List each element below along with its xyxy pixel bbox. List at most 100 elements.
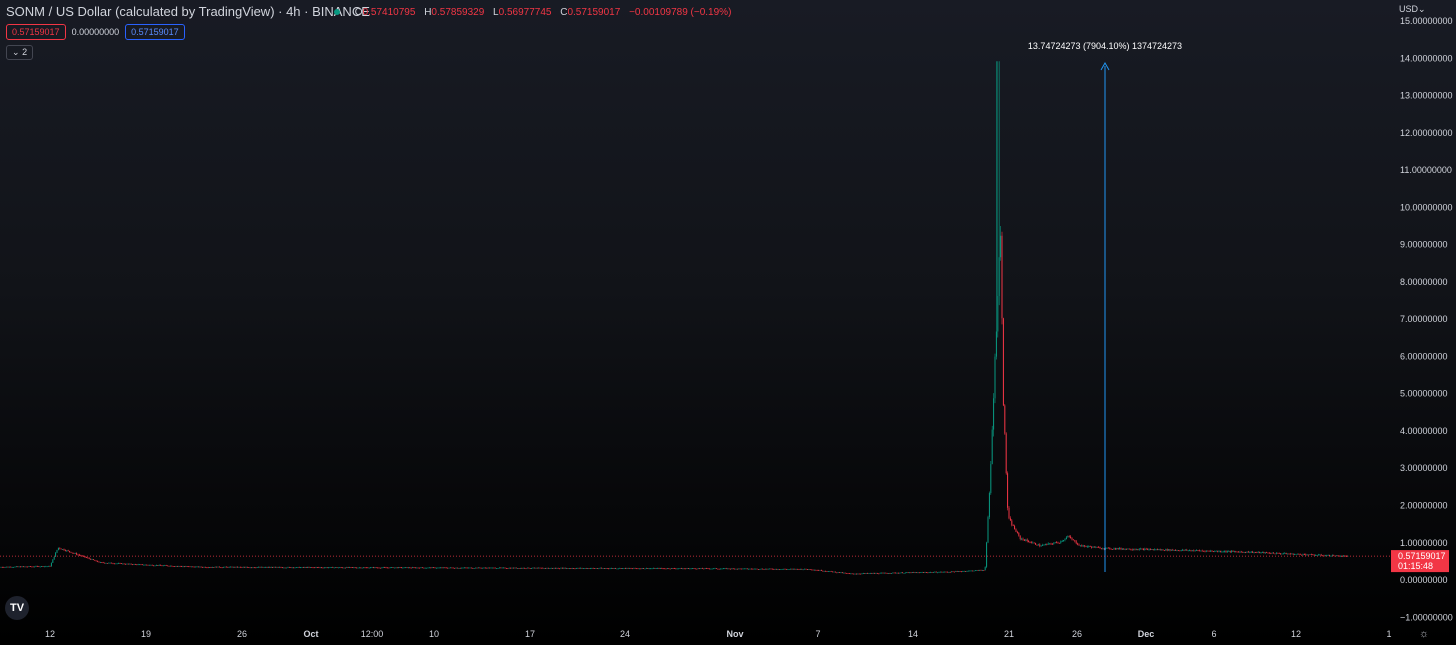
candle-body xyxy=(440,567,442,569)
candle-body xyxy=(510,567,512,569)
candle-body xyxy=(1093,546,1095,548)
candle-body xyxy=(155,565,157,566)
symbol-title[interactable]: SONM / US Dollar (calculated by TradingV… xyxy=(6,4,370,19)
candle-body xyxy=(1015,529,1017,532)
candle-body xyxy=(49,565,51,567)
candle-body xyxy=(652,568,654,569)
candle-body xyxy=(73,552,75,554)
candle-body xyxy=(1095,546,1097,548)
candle-body xyxy=(1289,553,1291,555)
candle-body xyxy=(1109,547,1111,549)
candle-body xyxy=(750,568,752,570)
candle-body xyxy=(1014,525,1016,530)
candle-body xyxy=(778,569,780,571)
candle-body xyxy=(45,566,47,568)
candle-body xyxy=(451,567,453,569)
candle-body xyxy=(307,567,309,568)
candle-body xyxy=(476,567,478,569)
time-tick-label: 21 xyxy=(1004,629,1014,639)
candle-body xyxy=(1012,525,1014,527)
candle-body xyxy=(1233,551,1235,553)
candle-body xyxy=(923,572,925,573)
candle-body xyxy=(8,566,10,568)
candle-body xyxy=(258,566,260,568)
candle-body xyxy=(519,567,521,569)
candle-body xyxy=(568,568,570,570)
tradingview-logo[interactable]: TV xyxy=(5,596,29,620)
candle-body xyxy=(214,566,216,568)
time-tick-label: 24 xyxy=(620,629,630,639)
candle-body xyxy=(276,566,278,568)
candle-body xyxy=(861,573,863,575)
candle-body xyxy=(783,568,785,570)
candle-body xyxy=(651,568,653,570)
time-tick-label: 12:00 xyxy=(361,629,384,639)
candle-body xyxy=(137,564,139,566)
candle-body xyxy=(346,567,348,568)
candle-body xyxy=(1345,555,1347,557)
candle-body xyxy=(35,566,37,567)
candle-body xyxy=(591,567,593,569)
buy-button[interactable]: 0.57159017 xyxy=(125,24,185,40)
candle-body xyxy=(273,566,275,568)
candle-body xyxy=(50,562,52,567)
candle-body xyxy=(979,569,981,571)
candle-body xyxy=(109,562,111,564)
price-tick-label: 1.00000000 xyxy=(1400,538,1448,548)
sell-button[interactable]: 0.57159017 xyxy=(6,24,66,40)
candle-body xyxy=(1231,550,1233,552)
candle-body xyxy=(1263,552,1265,554)
candle-body xyxy=(683,568,685,570)
candle-body xyxy=(161,565,163,567)
price-chart[interactable]: 13.74724273 (7904.10%) 1374724273 15.000… xyxy=(0,0,1456,645)
candle-body xyxy=(644,568,646,570)
candle-body xyxy=(967,570,969,572)
candle-body xyxy=(690,568,692,570)
candle-body xyxy=(762,568,764,570)
candle-body xyxy=(825,570,827,572)
candle-body xyxy=(1098,547,1100,548)
candle-body xyxy=(1338,555,1340,557)
indicator-count: 2 xyxy=(22,47,28,57)
candle-body xyxy=(774,568,776,570)
candle-body xyxy=(1025,539,1027,541)
candle-body xyxy=(434,567,436,569)
settings-gear-icon[interactable]: ☼ xyxy=(1419,628,1429,640)
candle-body xyxy=(14,566,16,568)
currency-selector[interactable]: USD⌄ xyxy=(1399,4,1426,15)
candle-body xyxy=(990,464,992,494)
candle-body xyxy=(113,563,115,565)
candle-body xyxy=(399,567,401,569)
candle-body xyxy=(616,568,618,570)
candle-body xyxy=(1205,550,1207,552)
candle-body xyxy=(517,568,519,569)
candle-body xyxy=(185,566,187,567)
candle-body xyxy=(805,568,807,570)
candle-body xyxy=(1235,551,1237,553)
candle-body xyxy=(74,553,76,555)
collapse-indicators-button[interactable]: ⌄ 2 xyxy=(6,45,34,60)
price-tick-label: 6.00000000 xyxy=(1400,351,1448,361)
candle-body xyxy=(386,567,388,569)
candle-body xyxy=(493,567,495,569)
candle-body xyxy=(895,572,897,574)
candle-body xyxy=(468,567,470,569)
candle-body xyxy=(1037,544,1039,546)
trade-buttons: 0.57159017 0.00000000 0.57159017 xyxy=(6,24,189,40)
candle-body xyxy=(1312,554,1314,556)
candle-body xyxy=(654,568,656,569)
candle-body xyxy=(608,568,610,570)
candle-body xyxy=(855,573,857,575)
candle-body xyxy=(125,563,127,565)
candle-body xyxy=(1061,541,1063,542)
candle-body xyxy=(253,567,255,569)
candle-body xyxy=(617,568,619,570)
candle-body xyxy=(1000,235,1002,258)
candle-body xyxy=(311,567,313,568)
candle-body xyxy=(1180,550,1182,551)
candle-body xyxy=(882,572,884,574)
candle-body xyxy=(94,559,96,561)
candle-body xyxy=(64,550,66,552)
candle-body xyxy=(472,568,474,569)
candle-body xyxy=(126,563,128,565)
